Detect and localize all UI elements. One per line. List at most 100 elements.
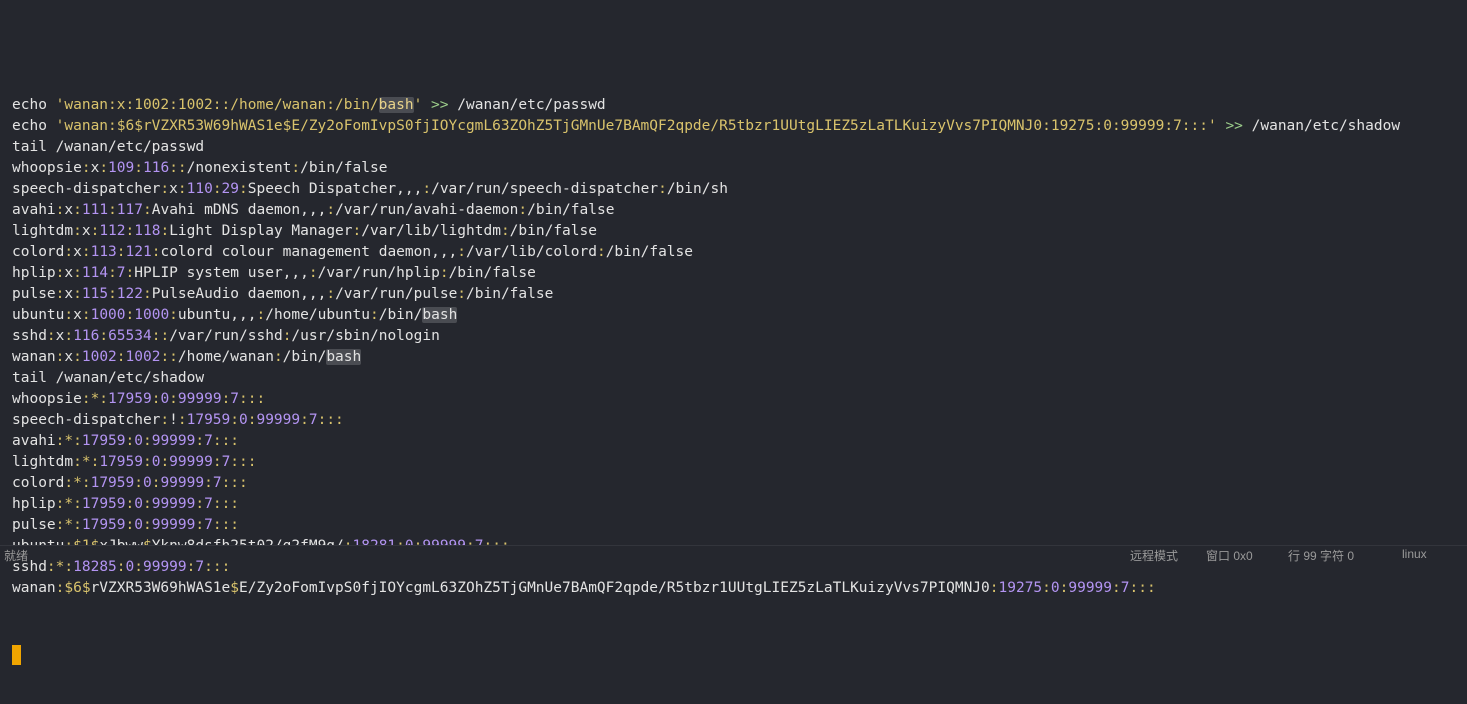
terminal-text-segment: HPLIP system user,,, — [134, 265, 309, 281]
terminal-text-segment: ::: — [204, 559, 231, 575]
terminal-text-segment: : — [73, 349, 82, 365]
terminal-text-segment: /bin/ — [378, 307, 423, 323]
terminal-text-segment: PulseAudio daemon,,, — [151, 286, 327, 302]
terminal-text-segment: /bin/sh — [666, 181, 728, 197]
terminal-text-segment: : — [125, 307, 135, 323]
terminal-text-segment: ::: — [230, 454, 257, 470]
terminal-text-segment: 7 — [204, 517, 213, 533]
terminal-text-segment: /bin/false — [448, 265, 536, 281]
terminal-line: ubuntu:x:1000:1000:ubuntu,,,:/home/ubunt… — [12, 305, 1467, 326]
terminal-text-segment: avahi — [12, 202, 56, 218]
terminal-text-segment: : — [239, 181, 248, 197]
terminal-text-segment: 'wanan:$6$rVZXR53W69hWAS1e$E/Zy2oFomIvpS… — [55, 118, 1217, 134]
terminal-text-segment: : — [73, 223, 82, 239]
terminal-text-segment: : — [116, 244, 126, 260]
terminal-text-segment: ::: — [212, 433, 240, 449]
terminal-text-segment: : — [108, 286, 117, 302]
terminal-text-segment: hplip — [12, 496, 56, 512]
terminal-text-segment: 99999 — [1068, 580, 1113, 596]
terminal-text-segment: : — [73, 265, 82, 281]
terminal-text-segment: : — [64, 307, 74, 323]
terminal-text-segment: : — [116, 559, 126, 575]
terminal-text-segment: x — [90, 160, 100, 176]
terminal-text-segment: echo — [12, 118, 56, 134]
terminal-text-segment: : — [195, 517, 205, 533]
status-os: linux — [1402, 547, 1427, 561]
terminal-text-segment: :*: — [55, 517, 82, 533]
terminal-text-segment: bash — [326, 349, 362, 365]
terminal-text-segment: :: — [151, 328, 170, 344]
terminal-text-segment: 109 — [108, 160, 135, 176]
terminal-text-segment: 7 — [230, 391, 240, 407]
terminal-text-segment: 0 — [1050, 580, 1060, 596]
terminal-line: avahi:x:111:117:Avahi mDNS daemon,,,:/va… — [12, 200, 1467, 221]
terminal-text-segment: colord colour management daemon,,, — [160, 244, 458, 260]
terminal-output[interactable]: echo 'wanan:x:1002:1002::/home/wanan:/bi… — [12, 0, 1467, 683]
terminal-text-segment: 99999 — [169, 454, 213, 470]
terminal-text-segment: echo — [12, 97, 56, 113]
terminal-text-segment: 1002 — [125, 349, 161, 365]
terminal-text-segment: : — [134, 160, 143, 176]
terminal-text-segment: : — [212, 454, 222, 470]
terminal-text-segment: 0 — [134, 496, 143, 512]
terminal-text-segment: ::: — [212, 496, 240, 512]
terminal-text-segment: : — [204, 475, 213, 491]
terminal-text-segment: : — [64, 244, 74, 260]
terminal-text-segment: 17959 — [99, 454, 143, 470]
terminal-text-segment: : — [160, 181, 170, 197]
terminal-text-segment: 0 — [134, 517, 143, 533]
terminal-text-segment: 99999 — [160, 475, 205, 491]
terminal-text-segment: 110 — [186, 181, 213, 197]
terminal-text-segment: bash — [422, 307, 458, 323]
terminal-text-segment: 0 — [160, 391, 170, 407]
terminal-text-segment: : — [457, 244, 467, 260]
terminal-text-segment: x — [73, 244, 82, 260]
terminal-text-segment: speech-dispatcher — [12, 412, 161, 428]
terminal-line: whoopsie:x:109:116::/nonexistent:/bin/fa… — [12, 158, 1467, 179]
terminal-text-segment: 17959 — [108, 391, 152, 407]
terminal-text-segment: tail /wanan/etc/shadow — [12, 370, 205, 386]
terminal-text-segment: :*: — [55, 433, 82, 449]
prompt-line[interactable] — [12, 641, 1467, 665]
terminal-text-segment: ::: — [212, 517, 240, 533]
terminal-text-segment: Speech Dispatcher,,, — [247, 181, 423, 197]
terminal-text-segment: /bin/false — [527, 202, 615, 218]
terminal-text-segment: : — [186, 559, 196, 575]
terminal-line: hplip:*:17959:0:99999:7::: — [12, 494, 1467, 515]
terminal-line: speech-dispatcher:x:110:29:Speech Dispat… — [12, 179, 1467, 200]
terminal-text-segment: x — [64, 286, 74, 302]
terminal-text-segment: 65534 — [108, 328, 152, 344]
terminal-text-segment: : — [439, 265, 449, 281]
terminal-text-segment: 17959 — [186, 412, 231, 428]
terminal-text-segment: lightdm — [12, 454, 74, 470]
terminal-text-segment: 112 — [99, 223, 126, 239]
top-line-text — [47, 55, 1112, 71]
terminal-text-segment: tail /wanan/etc/passwd — [12, 139, 205, 155]
terminal-text-segment: :$6$ — [55, 580, 91, 596]
terminal-text-segment: 111 — [81, 202, 109, 218]
terminal-line: pulse:x:115:122:PulseAudio daemon,,,:/va… — [12, 284, 1467, 305]
terminal-text-segment: : — [160, 454, 170, 470]
terminal-text-segment: : — [134, 559, 143, 575]
terminal-text-segment: wanan — [12, 349, 56, 365]
terminal-text-segment: : — [658, 181, 667, 197]
terminal-text-segment: 121 — [125, 244, 152, 260]
terminal-text-segment: whoopsie — [12, 160, 82, 176]
terminal-text-segment: : — [230, 412, 239, 428]
terminal-text-segment: : — [518, 202, 528, 218]
terminal-line: colord:*:17959:0:99999:7::: — [12, 473, 1467, 494]
terminal-text-segment: : — [99, 160, 109, 176]
terminal-text-segment: wanan — [12, 580, 56, 596]
terminal-text-segment: 99999 — [151, 517, 196, 533]
terminal-text-segment: 17959 — [81, 433, 126, 449]
terminal-line: pulse:*:17959:0:99999:7::: — [12, 515, 1467, 536]
terminal-text-segment: : — [142, 454, 152, 470]
terminal-text-segment: /bin/false — [466, 286, 554, 302]
terminal-text-segment: 99999 — [177, 391, 222, 407]
terminal-text-segment: 1000 — [134, 307, 170, 323]
terminal-text-segment: : — [73, 286, 82, 302]
terminal-text-segment: :: — [169, 160, 187, 176]
terminal-text-segment: : — [212, 181, 222, 197]
terminal-text-segment: 0 — [142, 475, 152, 491]
terminal-text-segment: : — [500, 223, 510, 239]
